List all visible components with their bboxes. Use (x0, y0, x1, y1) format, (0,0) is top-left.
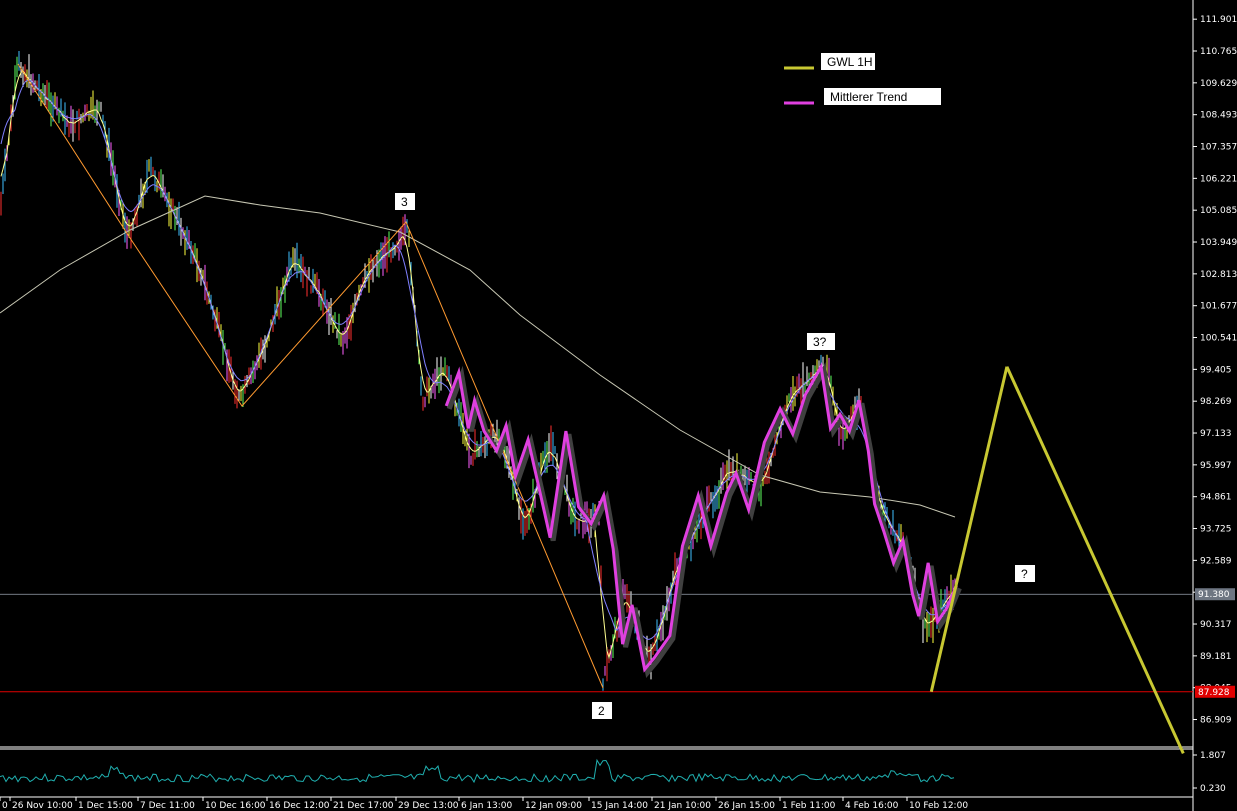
x-tick-label: 10 Dec 16:00 (205, 801, 266, 811)
x-tick-label: 21 Dec 17:00 (333, 801, 394, 811)
x-tick-label: 15 Jan 14:00 (591, 801, 648, 811)
y-tick-label: 111.901 (1200, 15, 1237, 25)
y-tick-label: 89.181 (1200, 652, 1232, 662)
x-tick-label: 0 (2, 801, 8, 811)
wave-label: 3 (401, 195, 408, 209)
y-tick-label: 110.765 (1200, 47, 1237, 57)
y-tick-label: 90.317 (1200, 620, 1232, 630)
x-tick-label: 26 Jan 15:00 (718, 801, 775, 811)
legend-label: Mittlerer Trend (830, 90, 907, 104)
y-tick-label: 99.405 (1200, 365, 1232, 375)
y-tick-label: 109.629 (1200, 79, 1237, 89)
legend-label: GWL 1H (827, 55, 873, 69)
x-tick-label: 1 Dec 15:00 (78, 801, 133, 811)
y-tick-label: 105.085 (1200, 206, 1237, 216)
x-tick-label: 1 Feb 11:00 (782, 801, 836, 811)
y-tick-label: 108.493 (1200, 111, 1237, 121)
y-tick-label: 86.909 (1200, 716, 1232, 726)
x-tick-label: 29 Dec 13:00 (398, 801, 459, 811)
y-tick-label: 98.269 (1200, 397, 1232, 407)
x-tick-label: 12 Jan 09:00 (525, 801, 582, 811)
y-tick-label: 100.541 (1200, 334, 1237, 344)
x-tick-label: 7 Dec 11:00 (140, 801, 195, 811)
y-tick-label: 102.813 (1200, 270, 1237, 280)
y-tick-label: 106.221 (1200, 174, 1237, 184)
y-tick-label: 101.677 (1200, 302, 1237, 312)
support-label: 87.928 (1198, 688, 1230, 698)
x-tick-label: 6 Jan 13:00 (461, 801, 513, 811)
x-tick-label: 21 Jan 10:00 (654, 801, 711, 811)
chart-background (0, 0, 1237, 811)
x-tick-label: 26 Nov 10:00 (12, 801, 73, 811)
x-tick-label: 4 Feb 16:00 (845, 801, 899, 811)
price-chart[interactable]: 111.901 110.765 109.629 108.493 107.357 106.2… (0, 0, 1237, 811)
wave-label: ? (1021, 567, 1028, 581)
x-tick-label: 16 Dec 12:00 (269, 801, 330, 811)
current-price-label: 91.380 (1198, 590, 1230, 600)
y-tick-label: 94.861 (1200, 493, 1232, 503)
y-tick-label: 92.589 (1200, 556, 1232, 566)
indicator-tick-label: 1.807 (1200, 751, 1226, 761)
y-tick-label: 95.997 (1200, 461, 1232, 471)
y-tick-label: 103.949 (1200, 238, 1237, 248)
y-tick-label: 107.357 (1200, 143, 1237, 153)
x-tick-label: 10 Feb 12:00 (909, 801, 968, 811)
y-tick-label: 97.133 (1200, 429, 1232, 439)
wave-label: 2 (598, 704, 605, 718)
wave-label: 3? (813, 335, 827, 349)
indicator-tick-label: 0.230 (1200, 784, 1226, 794)
y-tick-label: 93.725 (1200, 525, 1232, 535)
